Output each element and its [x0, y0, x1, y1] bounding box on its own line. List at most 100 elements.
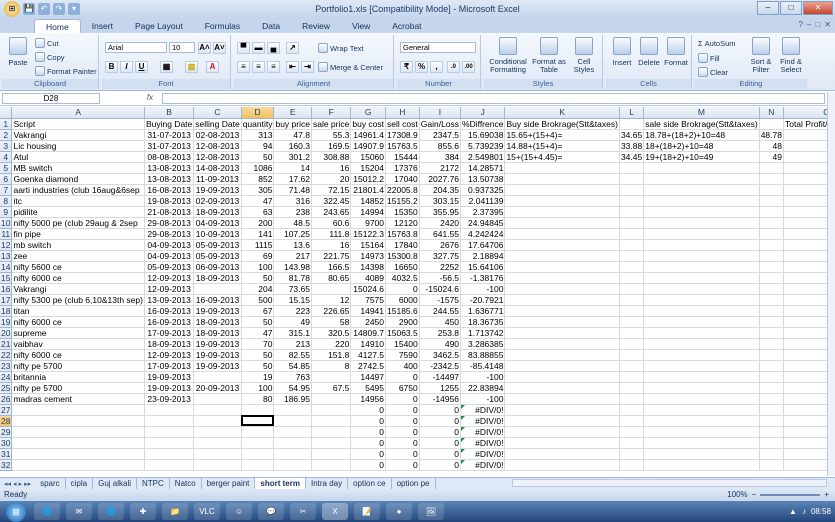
cell-e[interactable]: [273, 404, 312, 416]
row-header[interactable]: 30: [0, 437, 13, 449]
cell-m[interactable]: [643, 272, 760, 284]
cell-f[interactable]: 72.15: [311, 184, 352, 196]
cell-f[interactable]: 308.88: [311, 151, 352, 163]
cell-m[interactable]: [643, 305, 760, 317]
cell-e[interactable]: 82.55: [273, 349, 312, 361]
cell-d[interactable]: 1086: [241, 162, 275, 174]
cell-b[interactable]: [144, 459, 195, 471]
cell-c[interactable]: 20-09-2013: [193, 382, 242, 394]
row-header[interactable]: 8: [0, 195, 13, 207]
cell-d[interactable]: [241, 426, 275, 438]
tab-review[interactable]: Review: [291, 19, 341, 33]
align-left-icon[interactable]: ≡: [237, 61, 250, 73]
cell-i[interactable]: 0: [419, 426, 462, 438]
sheet-tab[interactable]: Guj alkali: [93, 478, 138, 489]
cell-b[interactable]: 23-09-2013: [144, 393, 195, 405]
column-header-a[interactable]: A: [11, 107, 145, 119]
cell-h[interactable]: 15763.8: [385, 228, 420, 240]
sheet-tab[interactable]: option ce: [348, 478, 392, 489]
cell-l[interactable]: [619, 327, 645, 339]
row-header[interactable]: 19: [0, 316, 13, 328]
cell-n[interactable]: [759, 382, 784, 394]
cell-l[interactable]: [619, 228, 645, 240]
cell-l[interactable]: [619, 217, 645, 229]
cell-m[interactable]: 19+(18+2)+10=49: [643, 151, 760, 163]
cell-c[interactable]: [193, 448, 242, 460]
cell-a[interactable]: mb switch: [11, 239, 145, 251]
cell-c[interactable]: 18-09-2013: [193, 206, 242, 218]
name-box[interactable]: D28: [2, 93, 100, 104]
cell-h[interactable]: 15185.6: [385, 305, 420, 317]
cell-j[interactable]: 83.88855: [460, 349, 506, 361]
cell-j[interactable]: 1.713742: [460, 327, 506, 339]
cell-a[interactable]: pidilite: [11, 206, 145, 218]
cell-o[interactable]: 0: [783, 415, 827, 427]
cell-d[interactable]: 47: [241, 327, 275, 339]
ribbon-minimize-icon[interactable]: –: [807, 20, 811, 29]
cell-m[interactable]: [643, 173, 760, 185]
cell-j[interactable]: -85.4148: [460, 360, 506, 372]
cell-n[interactable]: [759, 404, 784, 416]
cell-n[interactable]: [759, 294, 784, 306]
cell-j[interactable]: 15.64106: [460, 261, 506, 273]
row-header[interactable]: 12: [0, 239, 13, 251]
cell-k[interactable]: [504, 327, 620, 339]
cell-e[interactable]: [273, 459, 312, 471]
cell-f[interactable]: 220: [311, 338, 352, 350]
cell-b[interactable]: 19-09-2013: [144, 382, 195, 394]
cell-e[interactable]: 213: [273, 338, 312, 350]
customize-qat-icon[interactable]: ▾: [68, 3, 80, 15]
cell-o[interactable]: 773.72: [783, 140, 827, 152]
cell-f[interactable]: [311, 371, 352, 383]
row-header[interactable]: 23: [0, 360, 13, 372]
cell-i[interactable]: -15024.6: [419, 283, 462, 295]
tab-acrobat[interactable]: Acrobat: [381, 19, 432, 33]
cell-i[interactable]: -14956: [419, 393, 462, 405]
taskbar-app-icon[interactable]: 💬: [258, 503, 284, 520]
cell-n[interactable]: [759, 426, 784, 438]
cell-f[interactable]: 8: [311, 360, 352, 372]
cell-k[interactable]: [504, 338, 620, 350]
cell-i[interactable]: 2347.5: [419, 129, 462, 141]
cell-o[interactable]: [783, 371, 827, 383]
cell-i[interactable]: 0: [419, 437, 462, 449]
cell-j[interactable]: -100: [460, 371, 506, 383]
formula-input[interactable]: [162, 93, 825, 104]
cell-n[interactable]: [759, 162, 784, 174]
cell-e[interactable]: [273, 448, 312, 460]
row-header[interactable]: 11: [0, 228, 13, 240]
cell-m[interactable]: sale side Brokrage(Stt&taxes): [643, 118, 760, 130]
help-icon[interactable]: ?: [799, 20, 803, 29]
cell-e[interactable]: 217: [273, 250, 312, 262]
cell-a[interactable]: nifty 5300 pe (club 6,10&13th sep): [11, 294, 145, 306]
cell-a[interactable]: madras cement: [11, 393, 145, 405]
cell-d[interactable]: quantity: [241, 118, 275, 130]
cell-c[interactable]: 19-09-2013: [193, 349, 242, 361]
cell-l[interactable]: [619, 206, 645, 218]
cell-g[interactable]: 7575: [350, 294, 387, 306]
fill-color-button[interactable]: ▧: [185, 61, 198, 73]
cell-f[interactable]: [311, 459, 352, 471]
orientation-icon[interactable]: ↗: [286, 42, 299, 54]
cell-l[interactable]: [619, 426, 645, 438]
cell-d[interactable]: [241, 437, 275, 449]
maximize-button[interactable]: □: [780, 1, 802, 15]
column-header-e[interactable]: E: [273, 107, 312, 119]
cell-j[interactable]: 0.937325: [460, 184, 506, 196]
cell-m[interactable]: [643, 294, 760, 306]
network-icon[interactable]: ▲: [789, 507, 797, 516]
cell-l[interactable]: [619, 239, 645, 251]
cell-m[interactable]: [643, 239, 760, 251]
cell-e[interactable]: 316: [273, 195, 312, 207]
cell-j[interactable]: 5.739239: [460, 140, 506, 152]
cell-j[interactable]: 3.286385: [460, 338, 506, 350]
align-middle-icon[interactable]: ▬: [252, 42, 265, 54]
ribbon-close-icon[interactable]: ✕: [824, 20, 831, 29]
cell-e[interactable]: 81.78: [273, 272, 312, 284]
cell-k[interactable]: [504, 404, 620, 416]
cell-a[interactable]: [11, 415, 145, 427]
cell-c[interactable]: 19-09-2013: [193, 338, 242, 350]
cell-a[interactable]: fin pipe: [11, 228, 145, 240]
cell-b[interactable]: 29-08-2013: [144, 217, 195, 229]
cell-m[interactable]: [643, 327, 760, 339]
